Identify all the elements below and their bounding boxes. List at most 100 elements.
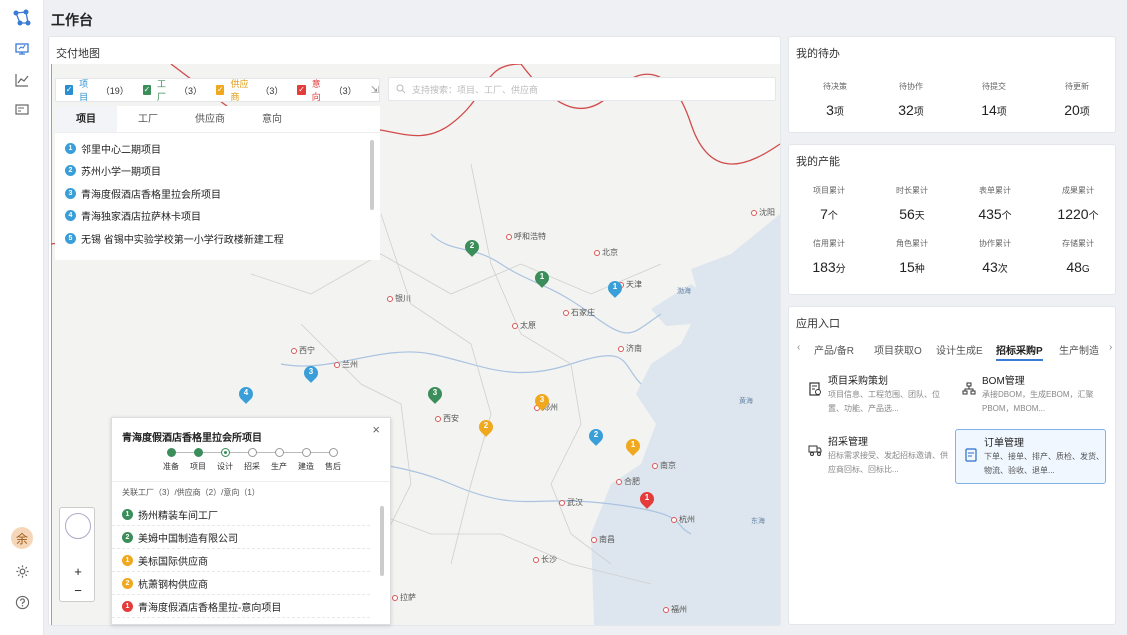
zoom-in-button[interactable]: +	[67, 563, 89, 581]
related-item[interactable]: 2 杭萧钢构供应商	[112, 572, 370, 595]
related-item[interactable]: 2 美姆中国制造有限公司	[112, 526, 370, 549]
list-item[interactable]: 2 苏州小学一期项目	[55, 160, 380, 183]
map-pin-supplier[interactable]: 1	[623, 436, 643, 457]
city-label: 银川	[387, 293, 411, 304]
city-label: 济南	[618, 343, 642, 354]
compass-icon[interactable]	[65, 513, 91, 539]
avatar[interactable]: 余	[11, 527, 33, 549]
related-scrollbar[interactable]	[380, 506, 384, 576]
map-pin-factory[interactable]: 2	[462, 237, 482, 258]
checkbox-icon[interactable]: ✓	[142, 85, 152, 95]
zoom-out-button[interactable]: −	[67, 582, 89, 600]
map-pin-intent[interactable]: 1	[637, 489, 657, 510]
app-tab[interactable]: 项目获取O	[874, 342, 922, 357]
map-pin-project[interactable]: 1	[605, 278, 625, 299]
project-list-panel: 项目 工厂 供应商 意向 1 邻里中心二期项目 2 苏州小学一期项目 3 青海度假酒店…	[55, 106, 380, 260]
capacity-title: 我的产能	[796, 156, 840, 168]
list-scrollbar[interactable]	[370, 140, 374, 210]
close-icon[interactable]: ×	[372, 422, 380, 437]
filter-factory[interactable]: ✓ 工厂 （3）	[142, 77, 202, 103]
city-label: 南京	[652, 460, 676, 471]
capacity-stat: 项目累计 7个	[813, 186, 845, 222]
help-icon[interactable]	[12, 592, 32, 612]
stage-label: 项目	[190, 462, 206, 471]
apps-title: 应用入口	[796, 318, 840, 330]
todo-stat[interactable]: 待协作 32项	[871, 81, 951, 118]
city-label: 南昌	[591, 534, 615, 545]
left-rail: 余	[0, 0, 44, 635]
related-item[interactable]: 1 扬州精装车间工厂	[112, 503, 370, 526]
chevron-left-icon[interactable]: ‹	[797, 342, 800, 353]
capacity-stat: 存储累计 48G	[1062, 239, 1094, 275]
app-entry-selected[interactable]: 订单管理 下单、接单、排产、质检、发货、物流、验收、退单...	[955, 429, 1106, 484]
todo-stat[interactable]: 待提交 14项	[954, 81, 1034, 118]
stage-progress: 准备 项目 设计 招采 生产 建造 售后	[157, 448, 347, 478]
checkbox-icon[interactable]: ✓	[65, 85, 74, 95]
settings-icon[interactable]	[12, 561, 32, 581]
page-title: 工作台	[51, 12, 93, 28]
related-item[interactable]: 1 美标国际供应商	[112, 549, 370, 572]
map-filter-bar: ✓ 项目 （19） ✓ 工厂 （3） ✓ 供应商 （3） ✓ 意向 （3） ⇲	[55, 78, 380, 102]
order-icon	[965, 448, 977, 462]
map-zoom-control: + −	[59, 507, 95, 602]
city-label: 西安	[435, 413, 459, 424]
screen-icon[interactable]	[12, 100, 32, 120]
capacity-stat: 角色累计 15种	[896, 239, 928, 275]
app-entry[interactable]: BOM管理 承接DBOM，生成EBOM，汇聚PBOM，MBOM...	[954, 372, 1104, 427]
filter-supplier[interactable]: ✓ 供应商 （3）	[215, 77, 283, 103]
stage-done-icon	[193, 448, 203, 457]
city-label: 北京	[594, 247, 618, 258]
tab-supplier[interactable]: 供应商	[179, 106, 241, 132]
related-item[interactable]: 1 青海度假酒店香格里拉-意向项目	[112, 595, 370, 618]
checkbox-icon[interactable]: ✓	[297, 85, 306, 95]
app-tab-bar: ‹ 产品/备R 项目获取O 设计生成E 招标采购P 生产制造 ›	[797, 342, 1117, 361]
chart-icon[interactable]	[12, 70, 32, 90]
project-detail-popup: 青海度假酒店香格里拉会所项目 × 准备 项目 设计 招采 生产 建造 售后 关联…	[111, 417, 391, 625]
todo-stat[interactable]: 待决策 3项	[795, 81, 875, 118]
app-entry[interactable]: 招采管理 招标需求接受、发起招标邀请、供应商回标、回标比...	[800, 433, 950, 488]
list-item[interactable]: 3 青海度假酒店香格里拉会所项目	[55, 182, 380, 205]
map-search-input[interactable]: 支持搜索：项目、工厂、供应商	[388, 77, 776, 101]
map-pin-project[interactable]: 4	[236, 384, 256, 405]
app-tab[interactable]: 生产制造	[1059, 342, 1099, 357]
checkbox-icon[interactable]: ✓	[215, 85, 225, 95]
map-pin-factory[interactable]: 3	[425, 384, 445, 405]
stage-pending-icon	[301, 448, 311, 457]
app-tab[interactable]: 设计生成E	[936, 342, 983, 357]
sea-label: 黄海	[739, 398, 753, 405]
map-pin-project[interactable]: 2	[586, 426, 606, 447]
sea-label: 渤海	[677, 288, 691, 295]
popup-title: 青海度假酒店香格里拉会所项目	[122, 433, 262, 444]
capacity-stat: 成果累计 1220个	[1057, 186, 1099, 222]
list-item[interactable]: 1 邻里中心二期项目	[55, 137, 380, 160]
map-pin-supplier[interactable]: 2	[476, 417, 496, 438]
app-entry[interactable]: 项目采购策划 项目信息、工程范围、团队、位置、功能、产品选...	[800, 372, 950, 427]
bom-icon	[962, 382, 976, 395]
map-pin-factory[interactable]: 1	[532, 268, 552, 289]
capacity-card: 我的产能 项目累计 7个 时长累计 56天 表单累计 435个 成果累计 1220个 信…	[788, 144, 1116, 295]
tab-project[interactable]: 项目	[55, 106, 117, 132]
map-pin-supplier[interactable]: 3	[532, 391, 552, 412]
stage-pending-icon	[247, 448, 257, 457]
todo-stat[interactable]: 待更新 20项	[1037, 81, 1117, 118]
city-label: 长沙	[533, 554, 557, 565]
chevron-right-icon[interactable]: ›	[1109, 342, 1112, 353]
tab-factory[interactable]: 工厂	[117, 106, 179, 132]
sea-label: 东海	[751, 518, 765, 525]
logo-icon[interactable]	[12, 8, 32, 28]
app-tab-active[interactable]: 招标采购P	[996, 342, 1043, 361]
stage-label: 招采	[244, 462, 260, 471]
tab-intent[interactable]: 意向	[241, 106, 303, 132]
list-item[interactable]: 4 青海独家酒店拉萨林卡项目	[55, 205, 380, 228]
collapse-icon[interactable]: ⇲	[371, 85, 379, 96]
filter-project[interactable]: ✓ 项目 （19）	[65, 77, 129, 103]
stage-done-icon	[166, 448, 176, 457]
list-item[interactable]: 5 无锡 省锡中实验学校第一小学行政楼新建工程	[55, 227, 380, 250]
dashboard-icon[interactable]	[12, 39, 32, 59]
app-tab[interactable]: 产品/备R	[814, 342, 854, 357]
todo-card: 我的待办 待决策 3项 待协作 32项 待提交 14项 待更新 20项	[788, 36, 1116, 133]
city-label: 拉萨	[392, 592, 416, 603]
filter-intent[interactable]: ✓ 意向 （3）	[297, 77, 357, 103]
city-label: 太原	[512, 320, 536, 331]
map-pin-project[interactable]: 3	[301, 363, 321, 384]
